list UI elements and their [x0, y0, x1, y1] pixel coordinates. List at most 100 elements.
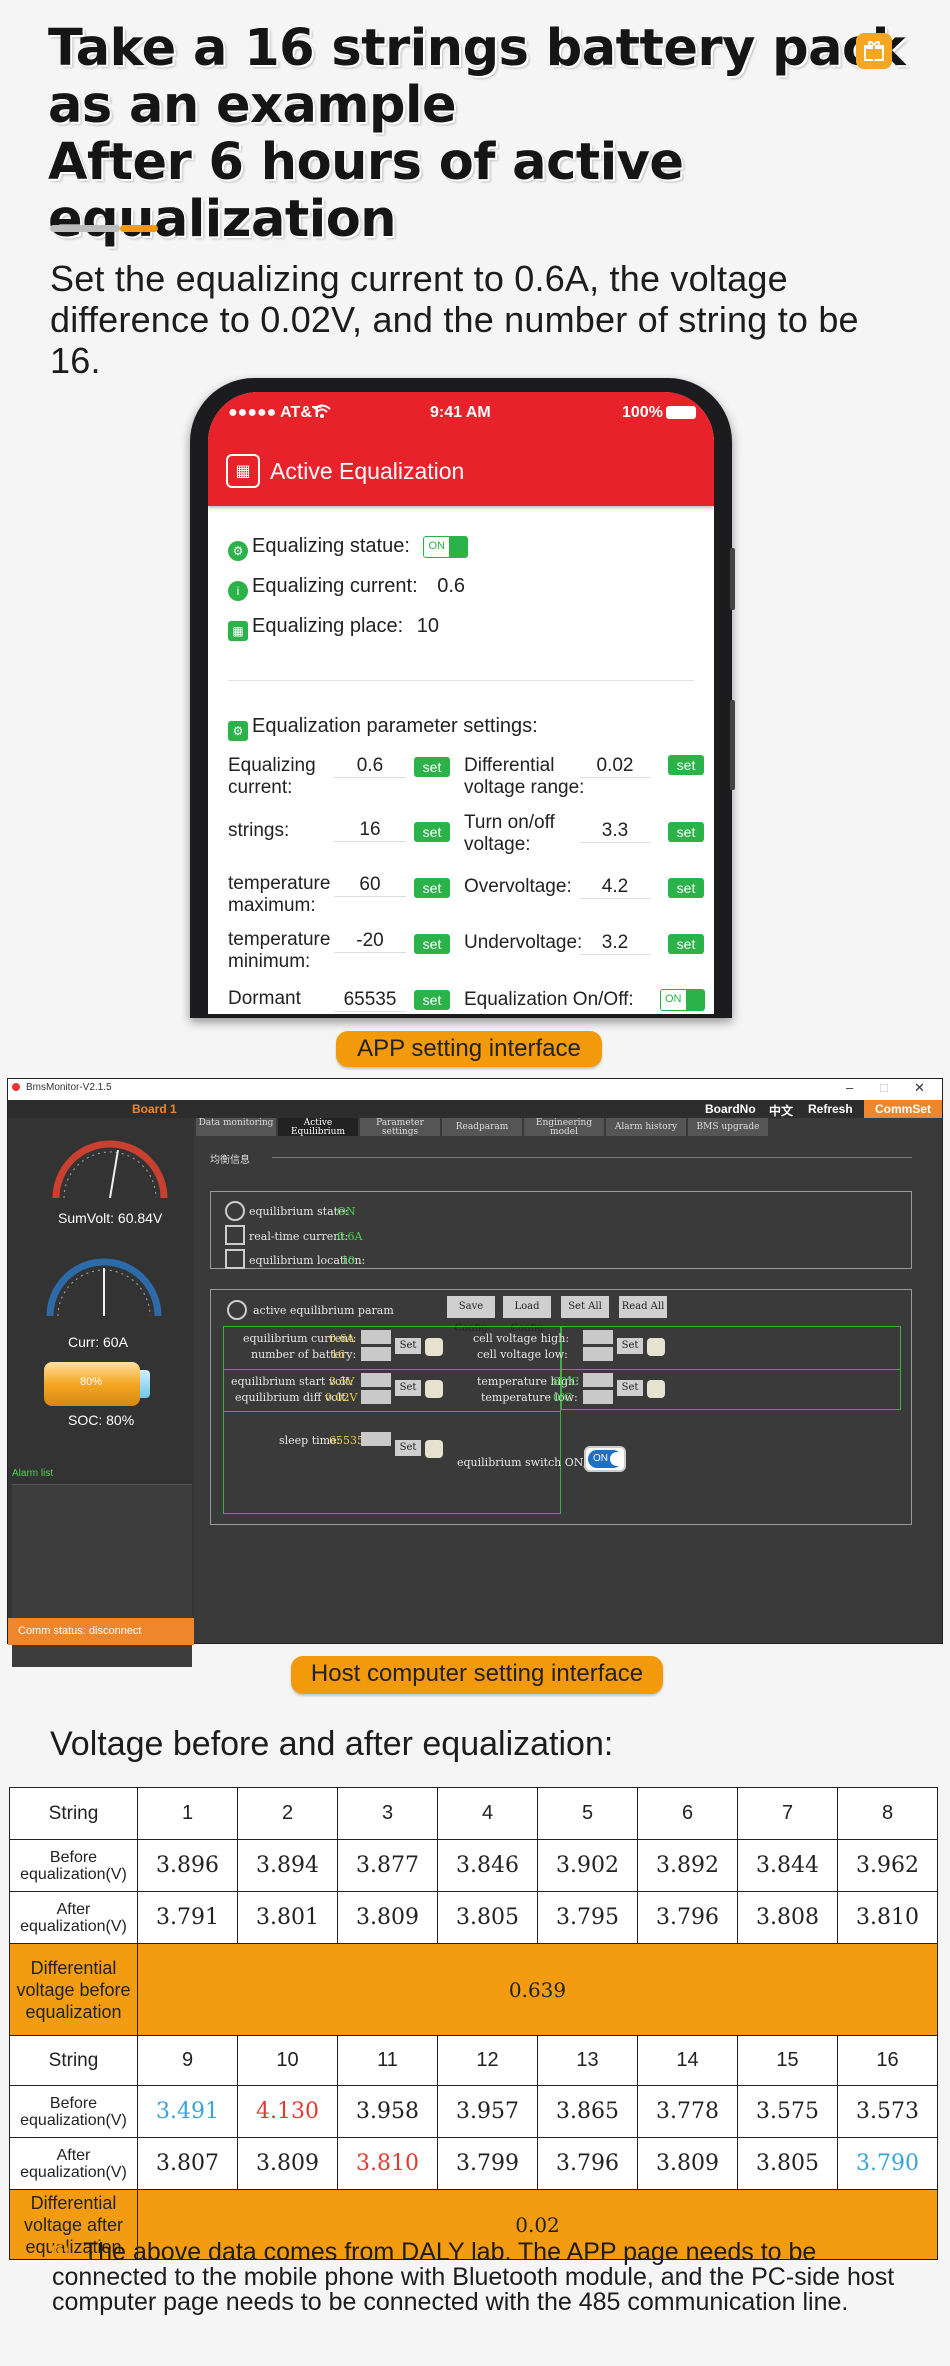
checkbox[interactable] [647, 1380, 665, 1398]
soc-percent: 80% [80, 1376, 103, 1388]
divider [223, 1411, 561, 1412]
phone-side-button [730, 700, 735, 790]
turn-onoff-voltage-input[interactable]: 3.3 [580, 820, 650, 843]
title-bar: BmsMonitor-V2.1.5 – □ ✕ [8, 1079, 942, 1100]
equalizing-status-toggle[interactable]: ON [423, 535, 469, 558]
temperature-max-input[interactable]: 60 [334, 874, 406, 897]
eq-current-value: 0.6A [329, 1332, 355, 1345]
state-icon [225, 1201, 245, 1221]
cell-low-label: cell voltage low: [477, 1348, 568, 1361]
sumvolt-label: SumVolt: 60.84V [58, 1210, 163, 1226]
equalization-onoff-toggle[interactable]: ON [660, 989, 705, 1011]
tab-engineering-model[interactable]: Engineering model [524, 1118, 604, 1137]
tab-data-monitoring[interactable]: Data monitoring [196, 1118, 276, 1136]
set-button[interactable]: set [668, 878, 704, 898]
eq-current-input[interactable] [361, 1330, 391, 1344]
headline: Take a 16 strings battery pack as an exa… [48, 20, 950, 248]
diff-voltage-input[interactable]: 0.02 [580, 755, 650, 778]
soc-label: SOC: 80% [68, 1412, 135, 1428]
tab-alarm-history[interactable]: Alarm history [606, 1118, 686, 1136]
headline-line3: After 6 hours of active equalization [48, 133, 684, 249]
status-row-statue: ⚙ Equalizing statue: ON [228, 535, 469, 561]
divider [223, 1369, 901, 1370]
save-config-button[interactable]: Save Config [447, 1296, 495, 1334]
set-button[interactable]: set [414, 934, 450, 954]
set-button[interactable]: set [414, 822, 450, 842]
tab-parameter-settings[interactable]: Parameter settings [360, 1118, 440, 1137]
checkbox[interactable] [647, 1338, 665, 1356]
minimize-icon[interactable]: – [846, 1080, 853, 1095]
dormant-input[interactable]: 65535 [334, 989, 406, 1012]
set-button[interactable]: Set [395, 1338, 421, 1354]
param-label: Dormant [228, 988, 301, 1009]
tab-readparam[interactable]: Readparam [442, 1118, 522, 1136]
num-battery-input[interactable] [361, 1347, 391, 1361]
location-value: 10 [341, 1254, 355, 1267]
table-row: String 12345678 [9, 1787, 938, 1840]
menu-bar: Board 1 BoardNo 中文 Refresh CommSet [8, 1100, 942, 1118]
cell-low-input[interactable] [583, 1347, 613, 1361]
start-volt-input[interactable] [361, 1373, 391, 1387]
checkbox[interactable] [425, 1440, 443, 1458]
temp-high-input[interactable] [583, 1373, 613, 1387]
location-icon [225, 1249, 245, 1269]
phone-side-button [730, 548, 735, 610]
divider [50, 225, 120, 232]
sumvolt-gauge [52, 1140, 168, 1199]
equilibrium-switch-toggle[interactable]: ON [584, 1446, 626, 1472]
footnote: The above data comes from DALY lab. The … [52, 2240, 912, 2315]
param-label: Equalizing current: [228, 755, 316, 798]
set-button[interactable]: set [668, 822, 704, 842]
menu-refresh[interactable]: Refresh [808, 1102, 853, 1116]
gift-icon[interactable] [856, 33, 892, 69]
window-title: BmsMonitor-V2.1.5 [26, 1082, 112, 1093]
table-row: Differential voltage before equalization… [9, 1943, 938, 2036]
cell-high-input[interactable] [583, 1330, 613, 1344]
table-title: Voltage before and after equalization: [50, 1725, 614, 1763]
set-button[interactable]: set [414, 878, 450, 898]
checkbox[interactable] [425, 1338, 443, 1356]
set-button[interactable]: set [414, 990, 450, 1010]
table-row: Before equalization(V) 3.896 3.894 3.877 3.… [9, 1839, 938, 1892]
app-bar: ▦ Active Equalization [208, 436, 714, 506]
current-value: 0.6A [337, 1230, 363, 1243]
current-icon [225, 1225, 245, 1245]
param-panel: active equilibrium param Save Config Loa… [210, 1289, 912, 1525]
set-button[interactable]: Set [395, 1440, 421, 1456]
strings-input[interactable]: 16 [334, 819, 406, 842]
sleep-time-input[interactable] [361, 1432, 391, 1446]
bullet-icon [52, 2242, 68, 2258]
equalizing-current-input[interactable]: 0.6 [334, 755, 406, 778]
menu-chinese[interactable]: 中文 [769, 1102, 793, 1119]
num-battery-value: 16 [331, 1348, 345, 1361]
param-label: strings: [228, 820, 290, 841]
overvoltage-input[interactable]: 4.2 [580, 876, 650, 899]
temp-high-value: 80℃ [553, 1375, 580, 1388]
menu-boardno[interactable]: BoardNo [705, 1102, 756, 1116]
section-title: 均衡信息 [210, 1155, 250, 1166]
checkbox[interactable] [425, 1380, 443, 1398]
close-icon[interactable]: ✕ [914, 1080, 925, 1096]
menu-commset[interactable]: CommSet [864, 1100, 942, 1118]
load-config-button[interactable]: Load Config [503, 1296, 551, 1334]
maximize-icon[interactable]: □ [880, 1080, 888, 1095]
divider [272, 1157, 912, 1158]
set-button[interactable]: Set [617, 1380, 643, 1396]
set-button[interactable]: Set [395, 1380, 421, 1396]
set-button[interactable]: set [668, 755, 704, 775]
tab-active-equilibrium[interactable]: Active Equilibrium [278, 1118, 358, 1137]
app-caption: APP setting interface [336, 1031, 602, 1067]
set-button[interactable]: set [668, 934, 704, 954]
diff-volt-input[interactable] [361, 1390, 391, 1404]
diff-volt-value: 0.02V [325, 1391, 358, 1404]
param-label: Turn on/off voltage: [464, 812, 555, 855]
tab-bms-upgrade[interactable]: BMS upgrade [688, 1118, 768, 1136]
battery-icon [666, 406, 696, 419]
set-button[interactable]: Set [617, 1338, 643, 1354]
temperature-min-input[interactable]: -20 [334, 930, 406, 953]
set-all-button[interactable]: Set All [561, 1296, 609, 1318]
temp-low-input[interactable] [583, 1390, 613, 1404]
undervoltage-input[interactable]: 3.2 [580, 932, 650, 955]
read-all-button[interactable]: Read All [619, 1296, 667, 1318]
set-button[interactable]: set [414, 757, 450, 777]
